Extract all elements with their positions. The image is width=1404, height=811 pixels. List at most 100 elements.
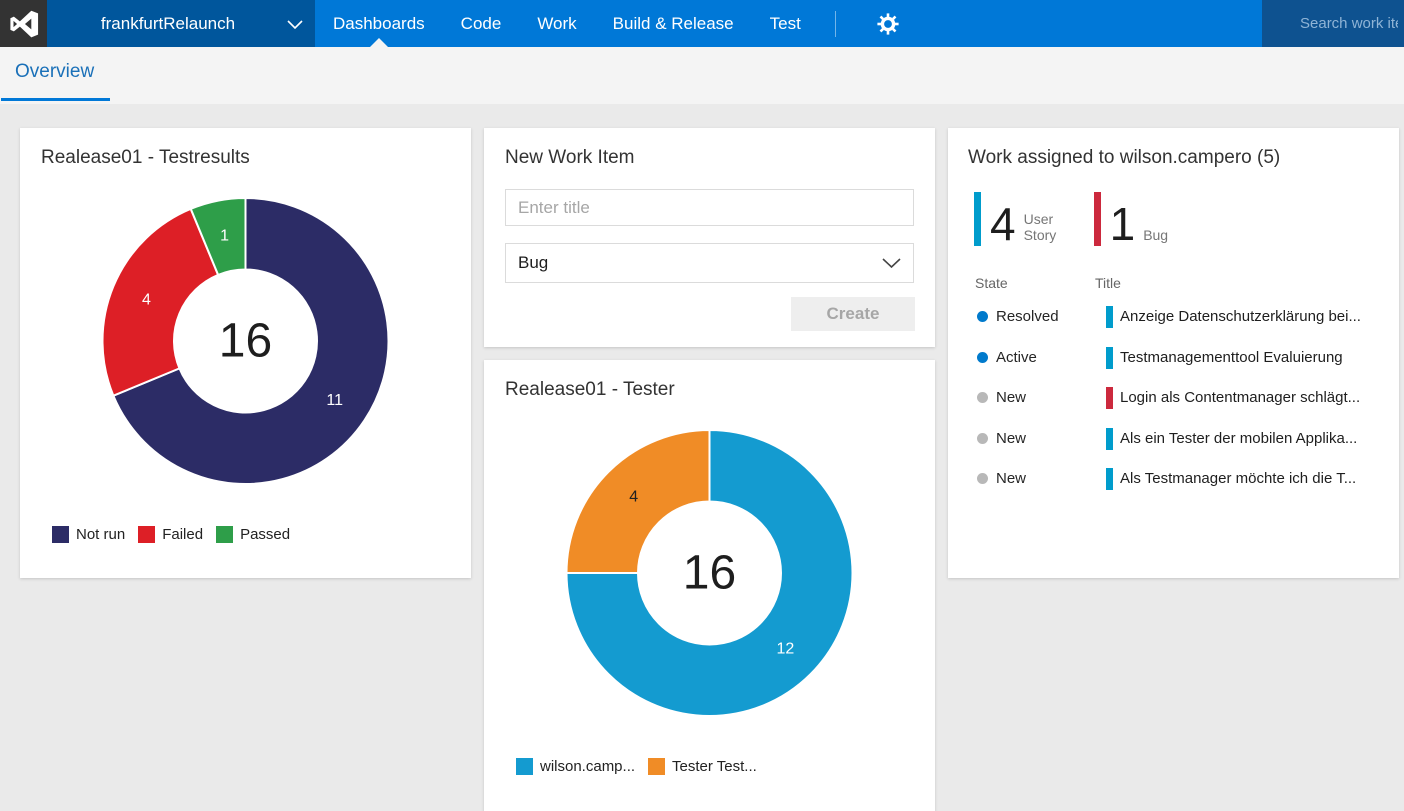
tab-overview[interactable]: Overview: [15, 61, 94, 83]
state-dot-icon: [977, 352, 988, 363]
legend-swatch: [138, 526, 155, 543]
search-input[interactable]: [1262, 0, 1404, 47]
work-item-type-bar: [1106, 468, 1113, 490]
counter-value: 4: [990, 202, 1016, 246]
nav-item-build-release[interactable]: Build & Release: [595, 0, 752, 47]
legend-swatch: [52, 526, 69, 543]
counter-label: Bug: [1143, 227, 1168, 243]
work-item-type-bar: [1106, 387, 1113, 409]
legend-swatch: [648, 758, 665, 775]
tester-legend: wilson.camp... Tester Test...: [516, 758, 757, 775]
donut-center-total: 16: [683, 547, 736, 600]
main-nav: DashboardsCodeWorkBuild & ReleaseTest: [315, 0, 819, 47]
legend-swatch: [216, 526, 233, 543]
legend-label: Failed: [162, 526, 203, 543]
state-dot-icon: [977, 433, 988, 444]
nav-item-dashboards[interactable]: Dashboards: [315, 0, 443, 47]
chevron-down-icon: [287, 20, 303, 29]
top-navigation-bar: frankfurtRelaunch DashboardsCodeWorkBuil…: [0, 0, 1404, 47]
gear-icon: [876, 12, 900, 36]
work-item-row[interactable]: Active Testmanagementtool Evaluierung: [948, 347, 1399, 369]
legend-label: Tester Test...: [672, 758, 757, 775]
work-item-type-bar: [1106, 306, 1113, 328]
vsts-logo[interactable]: [0, 0, 47, 47]
work-item-type-select[interactable]: Bug: [505, 243, 914, 283]
work-item-type-bar: [1106, 428, 1113, 450]
column-header-title: Title: [1095, 275, 1121, 291]
work-items-list: Resolved Anzeige Datenschutzerklärung bei…: [948, 306, 1399, 490]
legend-swatch: [516, 758, 533, 775]
segment-value-label: 4: [629, 489, 638, 506]
work-item-row[interactable]: Resolved Anzeige Datenschutzerklärung bei…: [948, 306, 1399, 328]
donut-center-total: 16: [219, 315, 272, 368]
work-item-row[interactable]: New Login als Contentmanager schlägt...: [948, 387, 1399, 409]
select-chevron-icon: [882, 258, 901, 268]
work-item-state: Active: [996, 349, 1037, 366]
nav-item-work[interactable]: Work: [519, 0, 594, 47]
widget-testresults-title: Realease01 - Testresults: [41, 147, 455, 169]
legend-label: wilson.camp...: [540, 758, 635, 775]
segment-value-label: 11: [326, 392, 343, 409]
widget-new-work-item: New Work Item Bug Create: [484, 128, 935, 347]
legend-item-wilson-camp: wilson.camp...: [516, 758, 635, 775]
legend-label: Passed: [240, 526, 290, 543]
state-dot-icon: [977, 311, 988, 322]
counter-color-bar: [974, 192, 981, 246]
counter-user-story: 4User Story: [974, 192, 1068, 246]
widget-testresults: Realease01 - Testresults 11 4 1 16 Not run F…: [20, 128, 471, 578]
widget-work-assigned: Work assigned to wilson.campero (5) 4Use…: [948, 128, 1399, 578]
counter-color-bar: [1094, 192, 1101, 246]
work-item-type-value: Bug: [518, 253, 548, 273]
segment-value-label: 12: [776, 640, 794, 657]
legend-item-not-run: Not run: [52, 526, 125, 543]
topbar-spacer: [900, 0, 1262, 47]
work-item-row[interactable]: New Als Testmanager möchte ich die T...: [948, 468, 1399, 490]
settings-button[interactable]: [876, 0, 900, 47]
work-item-state: Resolved: [996, 308, 1059, 325]
new-work-item-title: New Work Item: [505, 147, 919, 169]
nav-item-code[interactable]: Code: [443, 0, 520, 47]
testresults-donut-chart[interactable]: 11 4 1 16: [20, 188, 471, 488]
state-dot-icon: [977, 473, 988, 484]
widget-tester: Realease01 - Tester 12 4 16 wilson.camp...…: [484, 360, 935, 811]
donut-svg: 11 4 1 16: [20, 188, 471, 488]
create-button[interactable]: Create: [791, 297, 915, 331]
dashboard-tabstrip: Overview: [0, 47, 1404, 104]
donut-segment-failed[interactable]: [103, 209, 219, 396]
work-item-title[interactable]: Login als Contentmanager schlägt...: [1120, 389, 1391, 406]
work-item-state: New: [996, 470, 1026, 487]
work-assigned-title: Work assigned to wilson.campero (5): [968, 147, 1383, 169]
widget-tester-title: Realease01 - Tester: [505, 379, 919, 401]
testresults-legend: Not run Failed Passed: [52, 526, 290, 543]
segment-value-label: 4: [142, 291, 151, 308]
active-tab-underline: [1, 98, 110, 101]
legend-item-failed: Failed: [138, 526, 203, 543]
vsts-logo-icon: [9, 9, 39, 39]
tab-overview-label: Overview: [15, 61, 94, 82]
work-item-title-input[interactable]: [505, 189, 914, 226]
donut-svg: 12 4 16: [484, 420, 935, 720]
work-item-title[interactable]: Als Testmanager möchte ich die T...: [1120, 470, 1391, 487]
tester-donut-chart[interactable]: 12 4 16: [484, 420, 935, 720]
legend-item-passed: Passed: [216, 526, 290, 543]
dashboard-content: Realease01 - Testresults 11 4 1 16 Not run F…: [0, 104, 1404, 811]
work-item-row[interactable]: New Als ein Tester der mobilen Applika...: [948, 428, 1399, 450]
work-item-title[interactable]: Testmanagementtool Evaluierung: [1120, 349, 1391, 366]
counter-label: User Story: [1024, 211, 1068, 243]
work-item-title[interactable]: Anzeige Datenschutzerklärung bei...: [1120, 308, 1391, 325]
work-type-counters: 4User Story 1 Bug: [974, 192, 1168, 246]
nav-item-test[interactable]: Test: [752, 0, 819, 47]
project-selector[interactable]: frankfurtRelaunch: [47, 0, 315, 47]
counter-value: 1: [1110, 202, 1136, 246]
state-dot-icon: [977, 392, 988, 403]
project-name: frankfurtRelaunch: [101, 14, 235, 34]
work-item-type-bar: [1106, 347, 1113, 369]
segment-value-label: 1: [220, 227, 229, 244]
column-header-state: State: [975, 275, 1008, 291]
work-item-state: New: [996, 389, 1026, 406]
legend-label: Not run: [76, 526, 125, 543]
work-item-title[interactable]: Als ein Tester der mobilen Applika...: [1120, 430, 1391, 447]
legend-item-tester-test: Tester Test...: [648, 758, 757, 775]
counter-bug: 1 Bug: [1094, 192, 1169, 246]
work-item-state: New: [996, 430, 1026, 447]
